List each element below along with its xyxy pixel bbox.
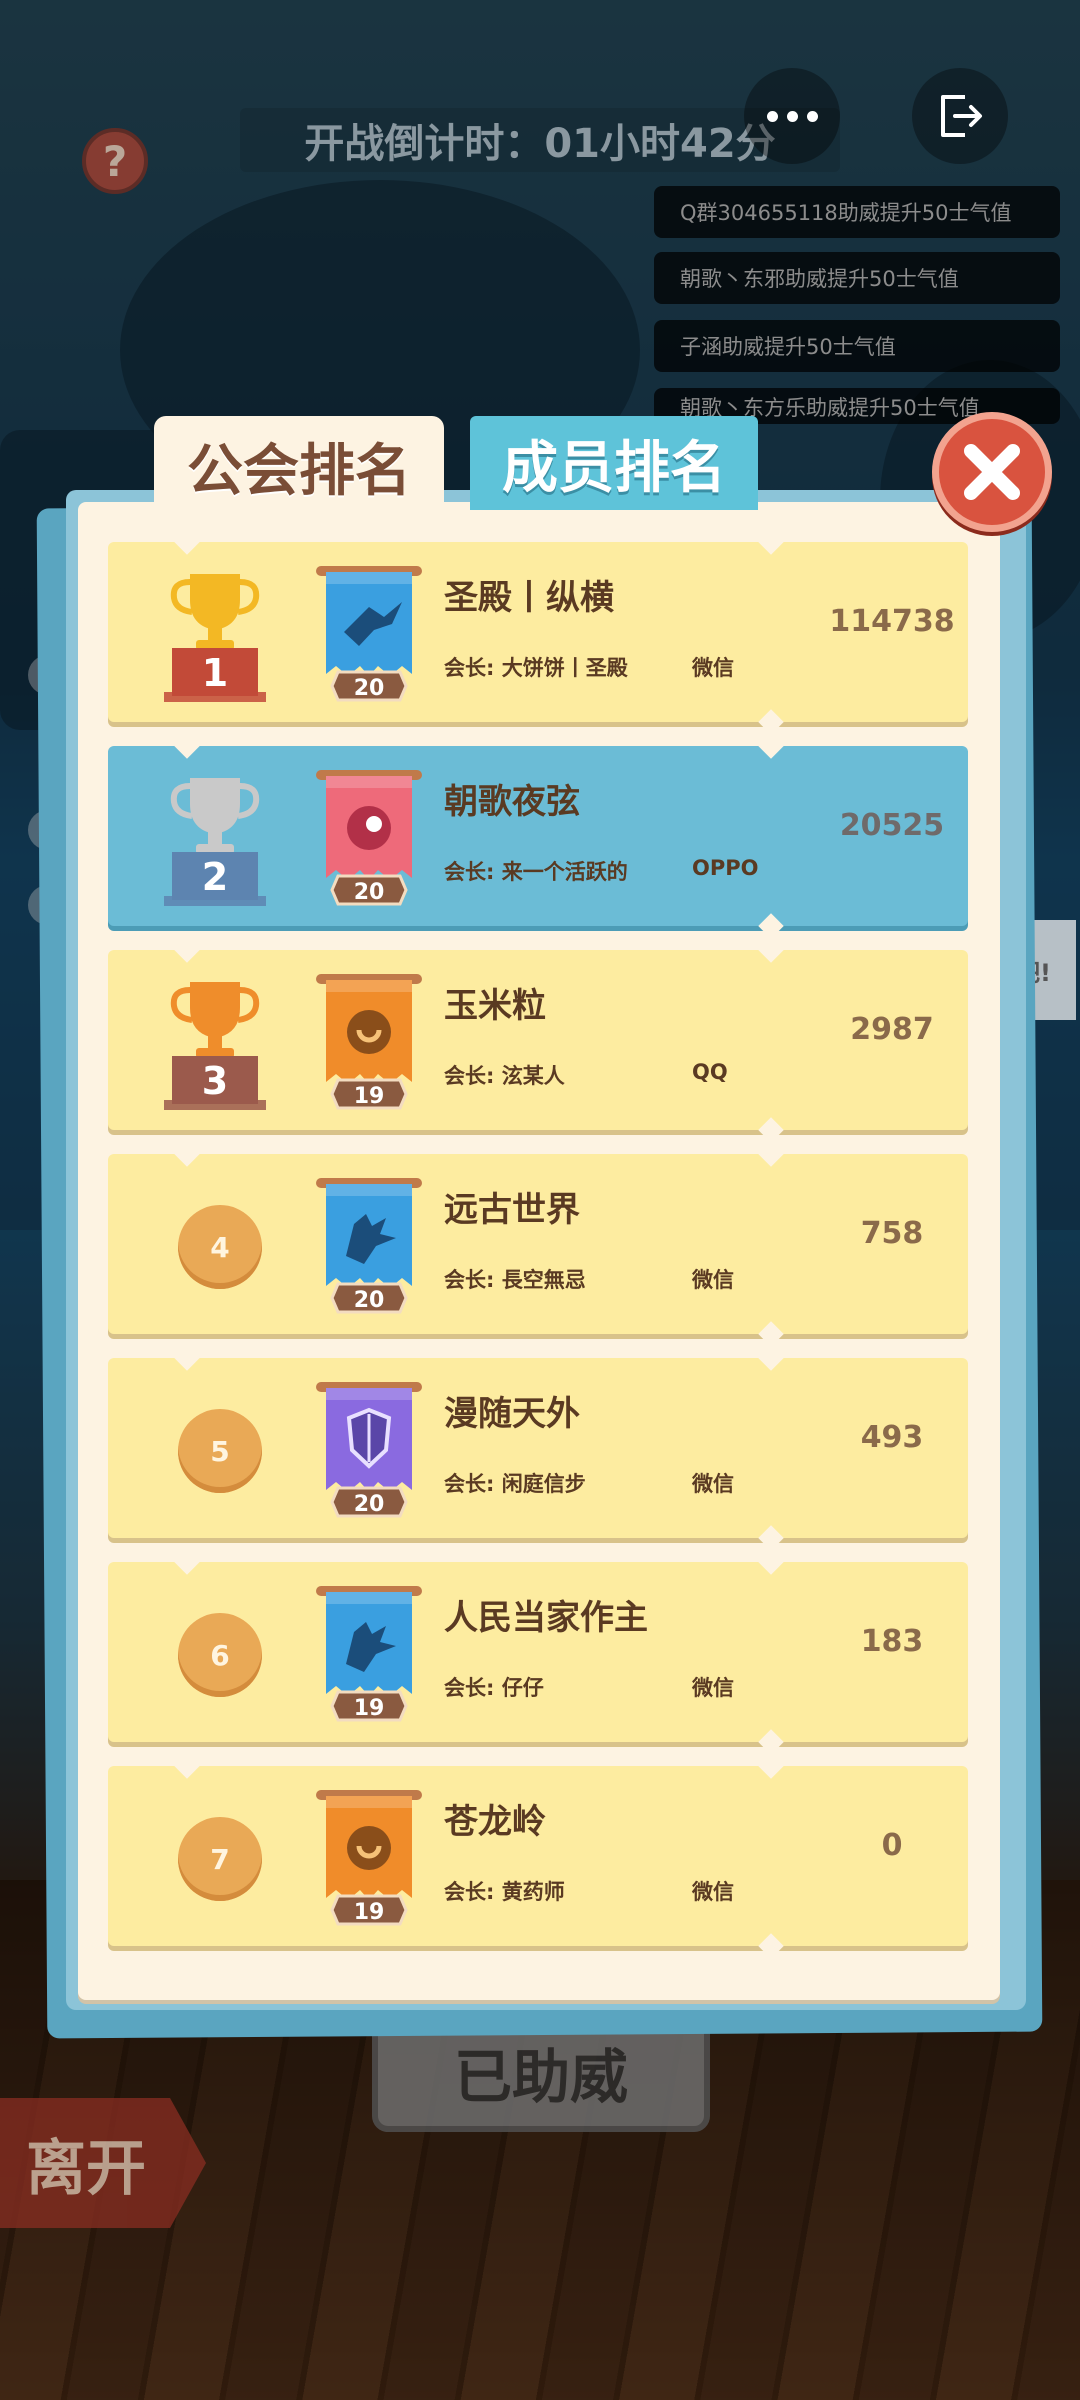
more-dots-icon: [766, 110, 818, 122]
guild-level: 19: [354, 1696, 385, 1721]
wolf-emblem-icon: 19: [316, 1586, 422, 1722]
guild-platform: 微信: [692, 656, 734, 680]
cheer-message: Q群304655118助威提升50士气值: [654, 186, 1060, 238]
guild-name: 漫随天外: [444, 1394, 580, 1434]
guild-name: 苍龙岭: [444, 1802, 546, 1842]
guild-leader: 会长: 闲庭信步: [444, 1472, 586, 1496]
guild-score: 493: [860, 1420, 924, 1455]
coin-emblem-icon: 19: [316, 1790, 422, 1926]
cheer-message: 子涵助威提升50士气值: [654, 320, 1060, 372]
dragon-emblem-icon: 20: [316, 566, 422, 702]
guild-platform: 微信: [692, 1268, 734, 1292]
leave-button[interactable]: 离开: [0, 2098, 206, 2228]
guild-platform: OPPO: [692, 856, 759, 880]
shield-emblem-icon: 20: [316, 1382, 422, 1518]
help-button[interactable]: ?: [82, 128, 148, 194]
tab-guild-ranking[interactable]: 公会排名: [154, 416, 444, 516]
exit-icon: [941, 95, 982, 137]
guild-name: 人民当家作主: [444, 1598, 648, 1638]
guild-score: 114738: [829, 604, 955, 639]
guild-score: 183: [860, 1624, 924, 1659]
swirl-emblem-icon: 20: [316, 770, 422, 906]
guild-row[interactable]: 3 19 玉米粒 会长: 泫某人 QQ 2987: [108, 937, 968, 1143]
guild-platform: 微信: [692, 1472, 734, 1496]
guild-platform: 微信: [692, 1880, 734, 1904]
close-button[interactable]: [932, 412, 1052, 532]
rank-badge: 6: [178, 1613, 262, 1697]
guild-score: 2987: [850, 1012, 934, 1047]
coin-emblem-icon: 19: [316, 974, 422, 1110]
guild-name: 圣殿丨纵横: [444, 578, 614, 618]
wolf-emblem-icon: 20: [316, 1178, 422, 1314]
guild-platform: QQ: [692, 1060, 728, 1084]
guild-leader: 会长: 来一个活跃的: [444, 860, 628, 884]
guild-row[interactable]: 5 20 漫随天外 会长: 闲庭信步 微信 493: [108, 1345, 968, 1551]
tab-member-ranking[interactable]: 成员排名: [470, 416, 758, 510]
guild-score: 758: [860, 1216, 924, 1251]
guild-leader: 会长: 大饼饼丨圣殿: [444, 656, 628, 680]
rank-number: 2: [202, 855, 228, 899]
guild-row[interactable]: 4 20 远古世界 会长: 長空無忌 微信 758: [108, 1141, 968, 1347]
guild-score: 0: [881, 1828, 903, 1863]
help-icon: ?: [102, 136, 128, 186]
guild-platform: 微信: [692, 1676, 734, 1700]
more-options-button[interactable]: [744, 68, 840, 164]
guild-leader: 会长: 泫某人: [444, 1064, 565, 1088]
guild-level: 20: [354, 1492, 385, 1517]
rank-badge: 5: [178, 1409, 262, 1493]
guild-level: 19: [354, 1084, 385, 1109]
bronze-trophy-icon: 3: [164, 982, 266, 1110]
exit-button[interactable]: [912, 68, 1008, 164]
guild-row[interactable]: 7 19 苍龙岭 会长: 黄药师 微信 0: [108, 1753, 968, 1959]
rank-number: 3: [202, 1059, 228, 1103]
silver-trophy-icon: 2: [164, 778, 266, 906]
guild-level: 20: [354, 1288, 385, 1313]
guild-name: 玉米粒: [444, 986, 546, 1026]
guild-row[interactable]: 2 20 朝歌夜弦 会长: 来一个活跃的 OPPO 20525: [108, 733, 968, 939]
rank-badge: 4: [178, 1205, 262, 1289]
rank-badge: 7: [178, 1817, 262, 1901]
guild-leader: 会长: 仔仔: [444, 1676, 544, 1700]
guild-level: 20: [354, 880, 385, 905]
guild-level: 19: [354, 1900, 385, 1925]
guild-leader: 会长: 長空無忌: [444, 1268, 586, 1292]
guild-name: 远古世界: [444, 1190, 580, 1230]
guild-row[interactable]: 1 20 圣殿丨纵横 会长: 大饼饼丨圣殿 微信 114738: [108, 529, 968, 735]
guild-level: 20: [354, 676, 385, 701]
gold-trophy-icon: 1: [164, 574, 266, 702]
rank-number: 1: [202, 651, 228, 695]
guild-score: 20525: [839, 808, 945, 843]
guild-leader: 会长: 黄药师: [444, 1880, 565, 1904]
guild-row[interactable]: 6 19 人民当家作主 会长: 仔仔 微信 183: [108, 1549, 968, 1755]
guild-name: 朝歌夜弦: [444, 782, 580, 822]
cheer-message: 朝歌丶东邪助威提升50士气值: [654, 252, 1060, 304]
close-icon: [964, 444, 1020, 500]
